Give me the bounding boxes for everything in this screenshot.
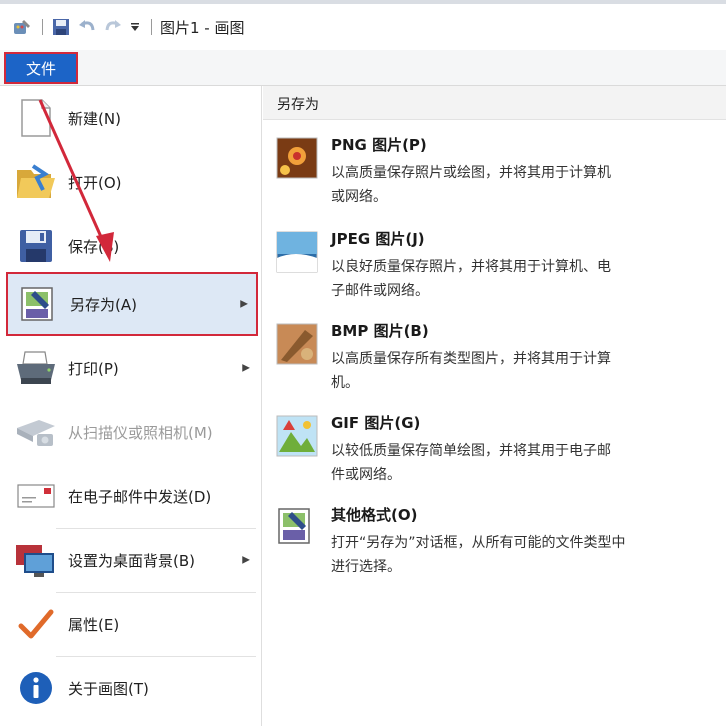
save-as-gif-option[interactable]: GIF 图片(G) 以较低质量保存简单绘图，并将其用于电子邮 件或网络。 bbox=[275, 412, 715, 487]
scanner-icon bbox=[12, 408, 60, 456]
customize-toolbar-dropdown-icon[interactable] bbox=[127, 15, 143, 39]
save-as-other-formats-option[interactable]: 其他格式(O) 打开“另存为”对话框，从所有可能的文件类型中 进行选择。 bbox=[275, 504, 715, 579]
option-description: 进行选择。 bbox=[331, 559, 401, 575]
save-as-png-option[interactable]: PNG 图片(P) 以高质量保存照片或绘图，并将其用于计算机 或网络。 bbox=[275, 134, 715, 209]
menu-item-label: 新建(N) bbox=[68, 109, 121, 128]
ribbon-bar: 文件 bbox=[0, 50, 726, 86]
title-bar: 图片1 - 画图 bbox=[0, 0, 726, 50]
menu-item-save-as[interactable]: 另存为(A) ▶ bbox=[6, 272, 258, 336]
bmp-image-icon bbox=[275, 322, 319, 366]
menu-item-send-email[interactable]: 在电子邮件中发送(D) bbox=[6, 464, 258, 528]
redo-icon[interactable] bbox=[101, 15, 125, 39]
option-title: GIF 图片(G) bbox=[331, 414, 421, 432]
menu-item-new[interactable]: 新建(N) bbox=[6, 86, 258, 150]
menu-item-label: 保存(S) bbox=[68, 237, 120, 256]
menu-item-label: 设置为桌面背景(B) bbox=[68, 551, 195, 570]
option-description: 以高质量保存所有类型图片，并将其用于计算 bbox=[331, 351, 611, 367]
menu-item-label: 打开(O) bbox=[68, 173, 122, 192]
option-description: 机。 bbox=[331, 375, 359, 391]
printer-icon bbox=[12, 344, 60, 392]
option-description: 以良好质量保存照片，并将其用于计算机、电 bbox=[331, 259, 611, 275]
menu-item-label: 从扫描仪或照相机(M) bbox=[68, 423, 213, 442]
option-title: JPEG 图片(J) bbox=[331, 230, 425, 248]
save-as-icon bbox=[14, 280, 62, 328]
new-document-icon bbox=[12, 94, 60, 142]
menu-item-save[interactable]: 保存(S) bbox=[6, 214, 258, 278]
checkmark-icon bbox=[12, 600, 60, 648]
submenu-arrow-icon: ▶ bbox=[242, 554, 250, 566]
jpeg-image-icon bbox=[275, 230, 319, 274]
menu-item-set-desktop-background[interactable]: 设置为桌面背景(B) ▶ bbox=[6, 528, 258, 592]
submenu-arrow-icon: ▶ bbox=[242, 362, 250, 374]
option-description: 子邮件或网络。 bbox=[331, 283, 429, 299]
info-icon bbox=[12, 664, 60, 712]
menu-item-label: 打印(P) bbox=[68, 359, 119, 378]
option-title: PNG 图片(P) bbox=[331, 136, 427, 154]
menu-item-open[interactable]: 打开(O) bbox=[6, 150, 258, 214]
menu-item-from-scanner: 从扫描仪或照相机(M) bbox=[6, 400, 258, 464]
gif-image-icon bbox=[275, 414, 319, 458]
option-title: 其他格式(O) bbox=[331, 506, 418, 524]
save-as-bmp-option[interactable]: BMP 图片(B) 以高质量保存所有类型图片，并将其用于计算 机。 bbox=[275, 320, 715, 395]
save-icon[interactable] bbox=[49, 15, 73, 39]
option-description: 或网络。 bbox=[331, 189, 387, 205]
desktop-background-icon bbox=[12, 536, 60, 584]
option-description: 打开“另存为”对话框，从所有可能的文件类型中 bbox=[331, 535, 626, 551]
option-description: 件或网络。 bbox=[331, 467, 401, 483]
toolbar-separator bbox=[42, 19, 43, 35]
menu-item-label: 属性(E) bbox=[68, 615, 120, 634]
file-tab[interactable]: 文件 bbox=[4, 52, 78, 84]
menu-item-label: 在电子邮件中发送(D) bbox=[68, 487, 212, 506]
toolbar-separator bbox=[151, 19, 152, 35]
save-as-jpeg-option[interactable]: JPEG 图片(J) 以良好质量保存照片，并将其用于计算机、电 子邮件或网络。 bbox=[275, 228, 715, 303]
save-as-panel: 另存为 PNG 图片(P) 以高质量保存照片或绘图，并将其用于计算机 或网络。 … bbox=[263, 86, 726, 726]
png-image-icon bbox=[275, 136, 319, 180]
other-formats-icon bbox=[275, 506, 319, 550]
option-description: 以高质量保存照片或绘图，并将其用于计算机 bbox=[331, 165, 611, 181]
menu-item-properties[interactable]: 属性(E) bbox=[6, 592, 258, 656]
submenu-arrow-icon: ▶ bbox=[240, 298, 248, 310]
panel-header: 另存为 bbox=[263, 86, 726, 120]
option-description: 以较低质量保存简单绘图，并将其用于电子邮 bbox=[331, 443, 611, 459]
save-disk-icon bbox=[12, 222, 60, 270]
menu-item-label: 另存为(A) bbox=[70, 295, 137, 314]
file-menu: 新建(N) 打开(O) 保存(S) 另存为(A) ▶ 打印(P) ▶ 从扫描仪或… bbox=[0, 86, 262, 726]
menu-item-label: 关于画图(T) bbox=[68, 679, 149, 698]
email-icon bbox=[12, 472, 60, 520]
window-title: 图片1 - 画图 bbox=[160, 18, 245, 37]
paint-app-icon[interactable] bbox=[10, 15, 34, 39]
option-title: BMP 图片(B) bbox=[331, 322, 429, 340]
menu-item-print[interactable]: 打印(P) ▶ bbox=[6, 336, 258, 400]
menu-item-about-paint[interactable]: 关于画图(T) bbox=[6, 656, 258, 720]
open-folder-icon bbox=[12, 158, 60, 206]
undo-icon[interactable] bbox=[75, 15, 99, 39]
